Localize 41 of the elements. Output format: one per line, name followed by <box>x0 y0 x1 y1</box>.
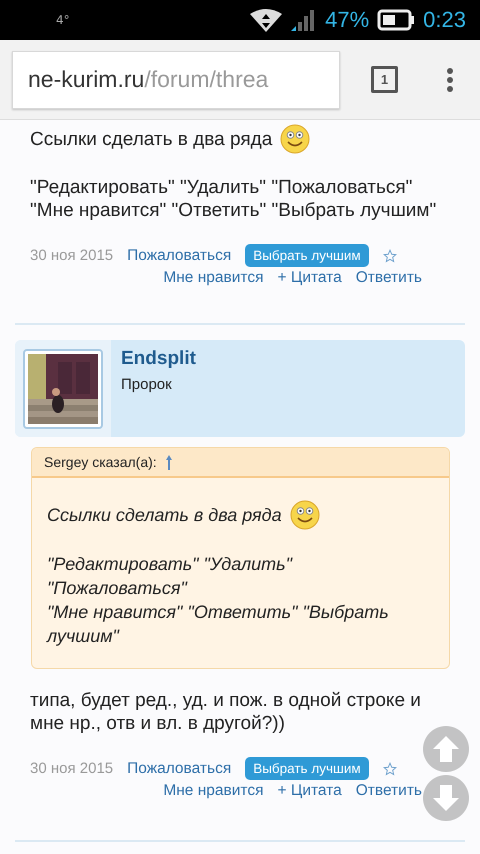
menu-icon[interactable] <box>446 66 454 92</box>
reply-link[interactable]: Ответить <box>356 782 422 800</box>
star-icon[interactable] <box>382 248 397 262</box>
arrow-down-icon <box>431 783 461 813</box>
quote-link[interactable]: + Цитата <box>278 269 342 287</box>
quote-author: Sergey сказал(а): <box>44 454 157 470</box>
quote-text: "Редактировать" "Удалить" <box>47 553 294 576</box>
wifi-icon <box>249 8 284 32</box>
clock: 0:23 <box>423 7 466 33</box>
post-text: типа, будет ред., уд. и пож. в одной строке и мне нр., отв и вл. в другой?)) <box>30 689 422 735</box>
avatar[interactable] <box>23 348 103 428</box>
post-text: "Редактировать" "Удалить" "Пожаловаться" <box>30 176 414 199</box>
like-link[interactable]: Мне нравится <box>163 269 264 287</box>
like-link[interactable]: Мне нравится <box>163 782 264 800</box>
username[interactable]: Endsplit <box>121 348 196 370</box>
quote-text: "Мне нравится" "Ответить" "Выбрать лучшим" <box>47 601 390 648</box>
scroll-down-button[interactable] <box>423 775 469 821</box>
report-link[interactable]: Пожаловаться <box>127 760 232 778</box>
post-date: 30 ноя 2015 <box>30 247 114 264</box>
choose-best-button[interactable]: Выбрать лучшим <box>245 757 369 780</box>
quote-text: Ссылки сделать в два ряда <box>47 504 282 527</box>
temperature-indicator: 4° <box>56 13 70 27</box>
report-link[interactable]: Пожаловаться <box>127 246 232 264</box>
quote-text: "Пожаловаться" <box>47 577 188 600</box>
up-arrow-icon[interactable] <box>164 454 173 470</box>
reply-link[interactable]: Ответить <box>356 269 422 287</box>
battery-percent: 47% <box>325 7 370 33</box>
post-text: "Мне нравится" "Ответить" "Выбрать лучшим" <box>30 199 438 222</box>
post-text: Ссылки сделать в два ряда <box>30 128 272 150</box>
user-rank: Пророк <box>121 376 173 393</box>
scroll-up-button[interactable] <box>423 726 469 772</box>
choose-best-button[interactable]: Выбрать лучшим <box>245 244 369 267</box>
smiley-icon <box>290 500 320 530</box>
quote-link[interactable]: + Цитата <box>278 782 342 800</box>
arrow-up-icon <box>431 734 461 764</box>
smiley-icon <box>280 124 310 154</box>
address-field[interactable]: ne-kurim.ru/forum/threa <box>12 50 340 108</box>
battery-icon <box>377 9 416 31</box>
tab-count-button[interactable]: 1 <box>371 66 398 93</box>
post-date: 30 ноя 2015 <box>30 760 114 777</box>
star-icon[interactable] <box>382 762 397 776</box>
